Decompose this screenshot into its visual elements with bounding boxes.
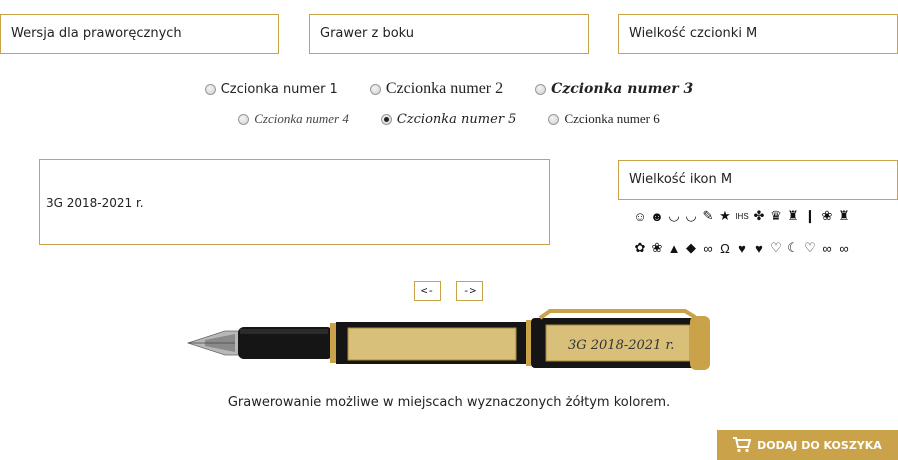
- add-to-cart-button[interactable]: DODAJ DO KOSZYKA: [717, 430, 898, 460]
- engraving-side-value: Grawer z boku: [320, 26, 415, 41]
- engraving-text-value: 3G 2018-2021 r.: [46, 196, 144, 210]
- row1-icon-2[interactable]: ☻: [649, 209, 665, 224]
- font-option-4-label: Czcionka numer 4: [254, 111, 349, 126]
- row2-icon-9[interactable]: ♡: [768, 240, 784, 256]
- font-size-value: Wielkość czcionki M: [629, 26, 758, 41]
- row2-icon-10[interactable]: ☾: [785, 240, 801, 256]
- row2-icon-8[interactable]: ♥: [751, 241, 767, 256]
- cart-icon: [733, 437, 752, 453]
- radio-font-5[interactable]: [380, 113, 392, 125]
- font-option-6[interactable]: Czcionka numer 6: [548, 111, 660, 127]
- font-options-row-1: Czcionka numer 1 Czcionka numer 2 Czcion…: [0, 80, 898, 98]
- row1-icon-3[interactable]: ◡: [666, 208, 682, 224]
- pen-engraving-text: 3G 2018-2021 r.: [568, 338, 674, 353]
- prev-button[interactable]: <-: [414, 281, 441, 301]
- row2-icon-2[interactable]: ❀: [649, 240, 665, 256]
- hand-version-value: Wersja dla praworęcznych: [11, 26, 182, 41]
- font-size-select[interactable]: Wielkość czcionki M: [618, 14, 898, 54]
- row1-icon-11[interactable]: ❙: [802, 208, 818, 224]
- row1-icon-9[interactable]: ♛: [768, 208, 784, 224]
- icon-size-select[interactable]: Wielkość ikon M: [618, 160, 898, 200]
- font-option-5-label: Czcionka numer 5: [396, 111, 517, 127]
- font-option-4[interactable]: Czcionka numer 4: [238, 111, 349, 127]
- row1-icon-10[interactable]: ♜: [785, 208, 801, 224]
- font-option-1-label: Czcionka numer 1: [220, 81, 338, 97]
- row2-icon-7[interactable]: ♥: [734, 241, 750, 256]
- engraving-side-select[interactable]: Grawer z boku: [309, 14, 589, 54]
- icon-picker-row-1: ☺ ☻ ◡ ◡ ✎ ★ IHS ✤ ♛ ♜ ❙ ❀ ♜: [632, 208, 853, 224]
- radio-font-1[interactable]: [204, 83, 216, 95]
- row2-icon-13[interactable]: ∞: [836, 241, 852, 256]
- row1-icon-8[interactable]: ✤: [751, 208, 767, 224]
- font-option-3-label: Czcionka numer 3: [551, 81, 694, 97]
- font-option-5[interactable]: Czcionka numer 5: [380, 111, 517, 127]
- pen-preview-image: 3G 2018-2021 r.: [186, 309, 710, 370]
- font-options-row-2: Czcionka numer 4 Czcionka numer 5 Czcion…: [0, 111, 898, 127]
- icon-size-value: Wielkość ikon M: [629, 172, 733, 187]
- row2-icon-12[interactable]: ∞: [819, 241, 835, 256]
- radio-font-3[interactable]: [535, 83, 547, 95]
- row1-icon-6[interactable]: ★: [717, 208, 733, 224]
- row2-icon-4[interactable]: ◆: [683, 240, 699, 256]
- row2-icon-1[interactable]: ✿: [632, 240, 648, 256]
- radio-font-2[interactable]: [369, 83, 381, 95]
- radio-font-6[interactable]: [548, 113, 560, 125]
- font-option-2-label: Czcionka numer 2: [385, 80, 504, 97]
- font-option-1[interactable]: Czcionka numer 1: [204, 81, 338, 97]
- hand-version-select[interactable]: Wersja dla praworęcznych: [0, 14, 279, 54]
- row1-icon-7[interactable]: IHS: [734, 212, 750, 221]
- icon-picker-row-2: ✿ ❀ ▲ ◆ ∞ Ω ♥ ♥ ♡ ☾ ♡ ∞ ∞: [632, 240, 853, 256]
- row1-icon-1[interactable]: ☺: [632, 209, 648, 224]
- font-option-3[interactable]: Czcionka numer 3: [535, 81, 693, 97]
- font-option-2[interactable]: Czcionka numer 2: [369, 80, 504, 98]
- row2-icon-5[interactable]: ∞: [700, 241, 716, 256]
- row2-icon-6[interactable]: Ω: [717, 241, 733, 256]
- next-button[interactable]: ->: [456, 281, 483, 301]
- row2-icon-11[interactable]: ♡: [802, 240, 818, 256]
- radio-font-4[interactable]: [238, 113, 250, 125]
- add-to-cart-label: DODAJ DO KOSZYKA: [757, 438, 882, 452]
- row1-icon-12[interactable]: ❀: [819, 208, 835, 224]
- row1-icon-13[interactable]: ♜: [836, 208, 852, 224]
- engraving-caption: Grawerowanie możliwe w miejscach wyznacz…: [227, 395, 671, 410]
- row1-icon-5[interactable]: ✎: [700, 208, 716, 224]
- engraving-text-input[interactable]: 3G 2018-2021 r.: [39, 159, 550, 245]
- font-option-6-label: Czcionka numer 6: [564, 111, 660, 126]
- row2-icon-3[interactable]: ▲: [666, 241, 682, 256]
- row1-icon-4[interactable]: ◡: [683, 208, 699, 224]
